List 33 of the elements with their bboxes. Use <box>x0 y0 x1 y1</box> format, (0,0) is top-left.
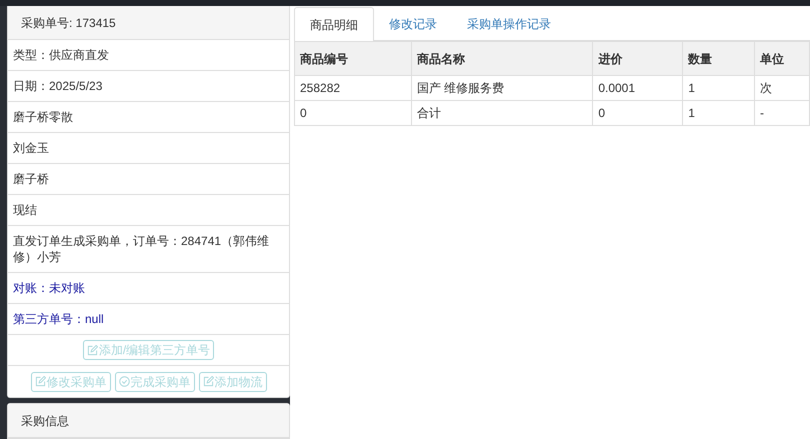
info-text: 类型：供应商直发 <box>13 48 109 62</box>
table-cell: 合计 <box>411 100 593 126</box>
panel-header: 采购信息 <box>8 404 289 438</box>
info-text: 直发订单生成采购单，订单号：284741（郭伟维修）小芳 <box>13 234 270 264</box>
table-cell: 1 <box>682 100 755 126</box>
table-cell: 0.0001 <box>592 76 683 100</box>
panel-header: 采购单号: 173415 <box>8 6 289 40</box>
column-header: 数量 <box>682 42 755 76</box>
edit-icon <box>34 376 46 387</box>
column-header: 商品编号 <box>294 42 412 76</box>
column-header: 进价 <box>592 42 683 76</box>
tab[interactable]: 采购单操作记录 <box>452 7 566 41</box>
table-cell: 0 <box>294 100 412 126</box>
table-cell: 1 <box>682 76 755 100</box>
table-cell: 0 <box>592 100 683 126</box>
edit-icon <box>86 344 98 356</box>
table-cell: 258282 <box>294 76 412 100</box>
table-cell: 次 <box>754 76 810 100</box>
tab[interactable]: 修改记录 <box>374 7 452 41</box>
edit-icon <box>202 376 214 387</box>
column-header: 单位 <box>754 42 810 76</box>
info-text: 现结 <box>13 203 37 217</box>
info-text: 第三方单号：null <box>13 312 104 326</box>
info-text: 日期：2025/5/23 <box>13 79 102 93</box>
table-cell: 国产 维修服务费 <box>411 76 593 100</box>
column-header: 商品名称 <box>411 42 593 76</box>
table-cell: - <box>754 100 810 126</box>
info-text: 磨子桥 <box>13 172 49 186</box>
info-text: 刘金玉 <box>13 141 49 155</box>
info-text: 对账：未对账 <box>13 281 85 295</box>
info-text: 磨子桥零散 <box>13 110 73 124</box>
tab[interactable]: 商品明细 <box>294 7 374 42</box>
check-circle-icon <box>118 376 130 387</box>
